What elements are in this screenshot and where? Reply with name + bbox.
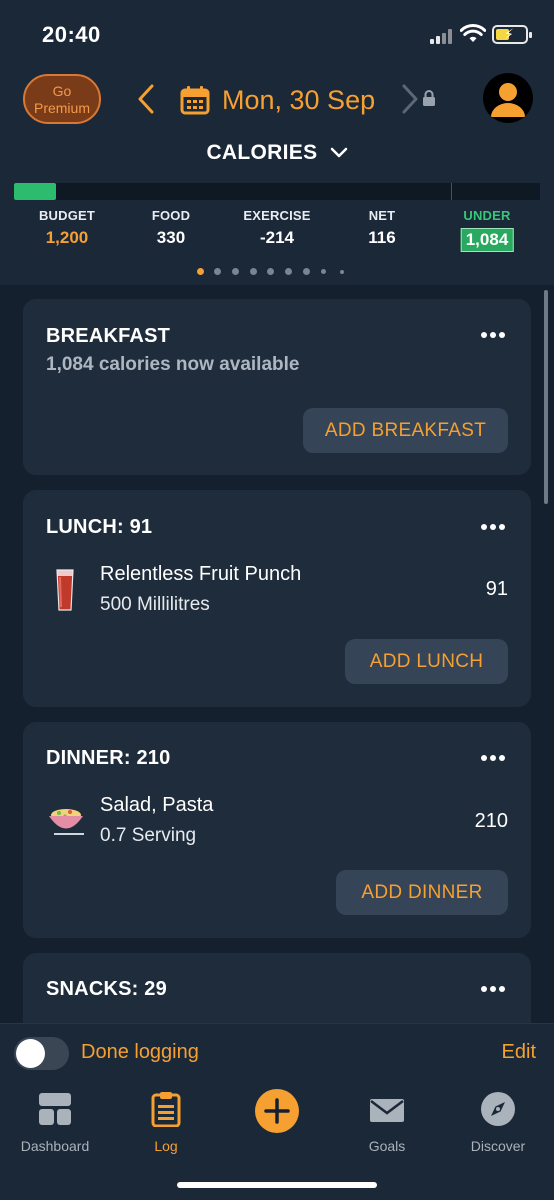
go-premium-label-line2: Premium bbox=[33, 100, 90, 116]
stat-exercise-value: -214 bbox=[259, 228, 295, 247]
stat-net: NET 116 bbox=[368, 208, 395, 248]
stat-under-value: 1,084 bbox=[460, 228, 514, 252]
calorie-summary: BUDGET 1,200 FOOD 330 EXERCISE -214 NET … bbox=[0, 208, 554, 258]
pasta-bowl-icon bbox=[49, 809, 84, 835]
done-logging-bar: Done logging Edit bbox=[0, 1023, 554, 1081]
person-icon bbox=[491, 83, 525, 117]
clipboard-icon bbox=[151, 1092, 181, 1128]
tab-dashboard[interactable]: Dashboard bbox=[5, 1091, 105, 1154]
calories-view-title: CALORIES bbox=[206, 141, 318, 164]
breakfast-more-icon[interactable] bbox=[481, 332, 505, 338]
profile-avatar-button[interactable] bbox=[483, 73, 533, 123]
stat-exercise: EXERCISE -214 bbox=[243, 208, 310, 248]
tab-goals-label: Goals bbox=[368, 1138, 406, 1154]
page-dot[interactable] bbox=[321, 269, 327, 274]
home-indicator bbox=[177, 1182, 377, 1188]
stat-food-label: FOOD bbox=[151, 208, 191, 223]
page-dot[interactable] bbox=[196, 268, 204, 275]
done-logging-toggle[interactable] bbox=[14, 1037, 69, 1070]
tab-log[interactable]: Log bbox=[116, 1091, 216, 1154]
page-dot[interactable] bbox=[302, 268, 310, 275]
dinner-more-icon[interactable] bbox=[481, 755, 505, 761]
scrollbar[interactable] bbox=[544, 290, 548, 504]
go-premium-label-line1: Go bbox=[52, 83, 72, 99]
wifi-icon bbox=[460, 24, 486, 42]
status-time: 20:40 bbox=[42, 22, 101, 47]
dinner-item-name[interactable]: Salad, Pasta bbox=[100, 794, 213, 817]
calorie-progress-bar bbox=[14, 183, 540, 200]
go-premium-button[interactable]: Go Premium bbox=[23, 74, 101, 124]
stat-budget-value: 1,200 bbox=[45, 228, 89, 247]
page-indicator[interactable] bbox=[0, 268, 554, 276]
tab-log-label: Log bbox=[154, 1138, 178, 1154]
battery-icon: ⚡ bbox=[492, 25, 532, 44]
current-date: Mon, 30 Sep bbox=[222, 84, 376, 115]
page-dot[interactable] bbox=[339, 269, 344, 274]
date-selector[interactable]: Mon, 30 Sep bbox=[180, 80, 375, 120]
page-dot[interactable] bbox=[267, 268, 275, 275]
page-dot[interactable] bbox=[249, 268, 257, 275]
done-logging-label: Done logging bbox=[81, 1041, 199, 1063]
stat-under: UNDER 1,084 bbox=[460, 208, 514, 252]
calorie-progress-fill bbox=[14, 183, 56, 200]
tab-dashboard-label: Dashboard bbox=[20, 1138, 90, 1154]
signal-icon bbox=[430, 28, 456, 44]
breakfast-available: 1,084 calories now available bbox=[46, 354, 300, 375]
stat-net-value: 116 bbox=[368, 228, 396, 247]
tab-discover-label: Discover bbox=[470, 1138, 526, 1154]
lunch-item-calories: 91 bbox=[485, 578, 508, 600]
previous-day-chevron-icon[interactable] bbox=[136, 84, 156, 114]
compass-icon bbox=[481, 1092, 515, 1126]
lunch-more-icon[interactable] bbox=[481, 524, 505, 530]
calories-view-selector[interactable]: CALORIES bbox=[0, 141, 554, 165]
plus-icon bbox=[264, 1098, 290, 1124]
dinner-title: DINNER: 210 bbox=[46, 747, 171, 769]
add-dinner-button[interactable]: ADD DINNER bbox=[336, 870, 508, 915]
status-bar: 20:40 ⚡ bbox=[0, 0, 554, 70]
breakfast-title: BREAKFAST bbox=[46, 325, 171, 347]
breakfast-card: BREAKFAST 1,084 calories now available A… bbox=[23, 299, 531, 475]
stat-net-label: NET bbox=[368, 208, 396, 223]
snacks-more-icon[interactable] bbox=[481, 986, 505, 992]
lunch-title: LUNCH: 91 bbox=[46, 516, 153, 538]
add-entry-button[interactable] bbox=[255, 1089, 299, 1133]
stat-exercise-label: EXERCISE bbox=[243, 208, 311, 223]
next-day-chevron-icon[interactable] bbox=[400, 84, 420, 114]
stat-budget-label: BUDGET bbox=[38, 208, 96, 223]
dashboard-icon bbox=[39, 1093, 71, 1125]
page-dot[interactable] bbox=[285, 268, 292, 275]
dinner-card: DINNER: 210 Salad, Pasta 0.7 Serving 210… bbox=[23, 722, 531, 938]
page-dot[interactable] bbox=[231, 268, 239, 275]
envelope-icon bbox=[370, 1099, 404, 1122]
calendar-icon bbox=[180, 86, 210, 115]
stat-food-value: 330 bbox=[156, 228, 186, 247]
dinner-item-quantity: 0.7 Serving bbox=[100, 825, 197, 846]
drink-glass-icon bbox=[56, 569, 74, 611]
edit-button[interactable]: Edit bbox=[502, 1041, 536, 1064]
stat-food: FOOD 330 bbox=[152, 208, 190, 248]
budget-marker bbox=[451, 183, 452, 200]
lock-icon bbox=[423, 90, 435, 106]
add-lunch-button[interactable]: ADD LUNCH bbox=[345, 639, 508, 684]
stat-budget: BUDGET 1,200 bbox=[39, 208, 95, 248]
dinner-item-calories: 210 bbox=[474, 810, 508, 832]
lunch-card: LUNCH: 91 Relentless Fruit Punch 500 Mil… bbox=[23, 490, 531, 707]
lunch-item-name[interactable]: Relentless Fruit Punch bbox=[100, 563, 301, 586]
snacks-title: SNACKS: 29 bbox=[46, 978, 167, 1000]
tab-discover[interactable]: Discover bbox=[448, 1091, 548, 1154]
stat-under-label: UNDER bbox=[463, 208, 511, 223]
tab-goals[interactable]: Goals bbox=[337, 1091, 437, 1154]
page-dot[interactable] bbox=[214, 268, 222, 275]
add-breakfast-button[interactable]: ADD BREAKFAST bbox=[303, 408, 508, 453]
lunch-item-quantity: 500 Millilitres bbox=[100, 594, 210, 615]
chevron-down-icon bbox=[330, 148, 347, 158]
